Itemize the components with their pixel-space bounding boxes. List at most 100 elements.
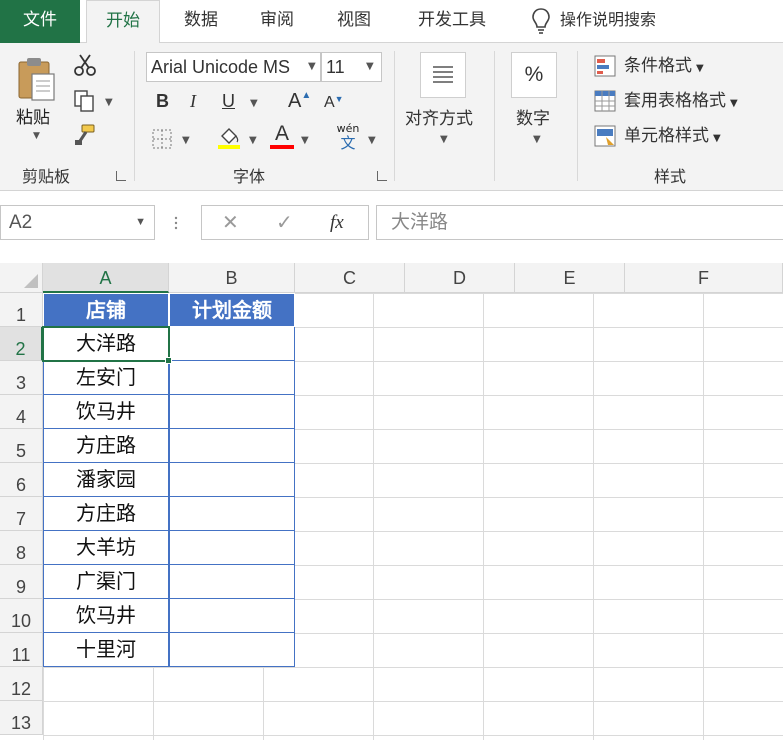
store-name-cell[interactable]: 左安门 (43, 361, 169, 395)
underline-button[interactable]: U (222, 91, 235, 112)
tab-review[interactable]: 审阅 (248, 0, 306, 43)
row-header-4[interactable]: 4 (0, 395, 43, 429)
column-header-f[interactable]: F (625, 263, 783, 293)
name-box-dropdown-arrow[interactable]: ▼ (135, 206, 146, 239)
planned-amount-cell[interactable] (169, 463, 295, 497)
copy-dropdown-arrow[interactable]: ▼ (105, 97, 113, 108)
font-size-dropdown-arrow[interactable]: ▼ (366, 61, 374, 72)
cell-styles-button[interactable]: 单元格样式 ▼ (594, 123, 721, 149)
enter-entry-icon[interactable]: ✓ (276, 210, 293, 234)
row-header-1[interactable]: 1 (0, 293, 43, 327)
planned-amount-cell[interactable] (169, 327, 295, 361)
row-header-3[interactable]: 3 (0, 361, 43, 395)
formula-buttons: ✕ ✓ fx (201, 205, 369, 240)
conditional-formatting-button[interactable]: 条件格式 ▼ (594, 53, 704, 79)
conditional-formatting-caret-icon: ▼ (696, 63, 704, 74)
row-header-8[interactable]: 8 (0, 531, 43, 565)
font-name-combobox[interactable]: Arial Unicode MS (146, 52, 321, 82)
planned-amount-cell[interactable] (169, 361, 295, 395)
row-header-13[interactable]: 13 (0, 701, 43, 735)
store-name-cell[interactable]: 广渠门 (43, 565, 169, 599)
fill-handle[interactable] (165, 357, 172, 364)
row-header-6[interactable]: 6 (0, 463, 43, 497)
tab-developer[interactable]: 开发工具 (402, 0, 502, 43)
grow-font-button[interactable]: A▲ (288, 90, 311, 113)
shrink-font-button[interactable]: A▼ (324, 94, 344, 112)
font-color-button[interactable]: A (270, 123, 294, 149)
planned-amount-cell[interactable] (169, 531, 295, 565)
column-header-d[interactable]: D (405, 263, 515, 293)
alignment-dropdown-arrow[interactable]: ▼ (440, 134, 448, 145)
conditional-formatting-icon (594, 55, 616, 77)
insert-function-button[interactable]: fx (330, 212, 344, 234)
tell-me-search[interactable]: 操作说明搜索 (530, 0, 656, 43)
row-header-12[interactable]: 12 (0, 667, 43, 701)
row-header-9[interactable]: 9 (0, 565, 43, 599)
tab-data[interactable]: 数据 (170, 0, 232, 43)
store-name-cell[interactable]: 饮马井 (43, 395, 169, 429)
planned-amount-cell[interactable] (169, 395, 295, 429)
row-header-5[interactable]: 5 (0, 429, 43, 463)
paste-icon[interactable] (16, 56, 56, 102)
planned-amount-cell[interactable] (169, 497, 295, 531)
store-name-cell[interactable]: 潘家园 (43, 463, 169, 497)
alignment-button[interactable] (420, 52, 466, 98)
column-header-a[interactable]: A (43, 263, 169, 293)
planned-amount-cell[interactable] (169, 599, 295, 633)
cut-icon[interactable] (72, 53, 98, 77)
font-name-dropdown-arrow[interactable]: ▼ (306, 61, 316, 72)
format-painter-icon[interactable] (72, 123, 98, 147)
font-color-dropdown-arrow[interactable]: ▼ (301, 135, 309, 146)
planned-amount-cell[interactable] (169, 565, 295, 599)
table-header-cell[interactable]: 店铺 (43, 293, 169, 327)
store-name-cell[interactable]: 方庄路 (43, 497, 169, 531)
bold-button[interactable]: B (156, 91, 169, 112)
format-as-table-button[interactable]: 套用表格格式 ▼ (594, 88, 738, 114)
store-name-cell[interactable]: 方庄路 (43, 429, 169, 463)
cancel-entry-icon[interactable]: ✕ (222, 210, 239, 234)
select-all-triangle-icon (24, 274, 38, 288)
number-dropdown-arrow[interactable]: ▼ (533, 134, 541, 145)
grow-font-arrow-icon: ▲ (301, 90, 312, 101)
number-format-button[interactable]: % (511, 52, 557, 98)
column-header-b[interactable]: B (169, 263, 295, 293)
row-header-2[interactable]: 2 (0, 327, 43, 361)
fill-color-dropdown-arrow[interactable]: ▼ (249, 135, 257, 146)
column-header-e[interactable]: E (515, 263, 625, 293)
row-header-11[interactable]: 11 (0, 633, 43, 667)
copy-icon[interactable] (72, 89, 98, 113)
name-box[interactable]: A2 ▼ (0, 205, 155, 240)
phonetic-guide-button[interactable]: wén 文 (336, 122, 360, 151)
borders-dropdown-arrow[interactable]: ▼ (182, 135, 190, 146)
select-all-button[interactable] (0, 263, 43, 293)
font-group-label: 字体 (233, 167, 266, 186)
clipboard-dialog-launcher-icon[interactable] (116, 171, 126, 181)
name-box-value: A2 (9, 212, 33, 233)
store-name-cell[interactable]: 十里河 (43, 633, 169, 667)
tab-file[interactable]: 文件 (0, 0, 80, 43)
paste-dropdown-arrow[interactable]: ▼ (33, 131, 40, 141)
align-lines-icon (433, 66, 453, 83)
row-header-7[interactable]: 7 (0, 497, 43, 531)
row-header-10[interactable]: 10 (0, 599, 43, 633)
planned-amount-cell[interactable] (169, 633, 295, 667)
ribbon-tab-bar: 文件 开始 数据 审阅 视图 开发工具 操作说明搜索 (0, 0, 783, 44)
column-header-c[interactable]: C (295, 263, 405, 293)
percent-icon: % (524, 63, 544, 86)
borders-icon[interactable] (150, 127, 176, 151)
tab-view[interactable]: 视图 (325, 0, 383, 43)
formula-bar-grip-icon[interactable] (174, 215, 178, 231)
paste-button[interactable]: 粘贴 (16, 103, 50, 128)
store-name-cell[interactable]: 大羊坊 (43, 531, 169, 565)
store-name-cell[interactable]: 饮马井 (43, 599, 169, 633)
fill-color-icon[interactable] (216, 125, 242, 149)
planned-amount-cell[interactable] (169, 429, 295, 463)
formula-input[interactable]: 大洋路 (376, 205, 783, 240)
underline-dropdown-arrow[interactable]: ▼ (250, 98, 258, 109)
font-dialog-launcher-icon[interactable] (377, 171, 387, 181)
clipboard-group-label: 剪贴板 (22, 167, 71, 186)
table-header-cell[interactable]: 计划金额 (169, 293, 295, 327)
phonetic-dropdown-arrow[interactable]: ▼ (368, 135, 376, 146)
italic-button[interactable]: I (190, 91, 196, 112)
tab-home[interactable]: 开始 (86, 0, 160, 44)
